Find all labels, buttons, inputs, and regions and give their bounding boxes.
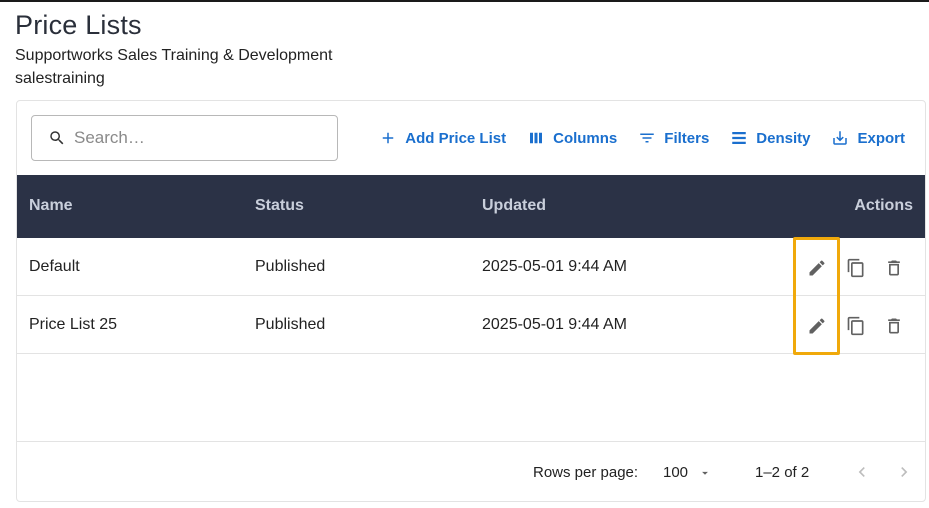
- copy-button[interactable]: [845, 257, 867, 279]
- columns-label: Columns: [553, 129, 618, 147]
- account-name: salestraining: [15, 70, 105, 87]
- row-name: Price List 25: [29, 316, 118, 333]
- export-label: Export: [857, 129, 905, 147]
- add-price-list-button[interactable]: Add Price List: [379, 129, 506, 147]
- plus-icon: [383, 132, 394, 144]
- table-row[interactable]: Price List 25 Published 2025-05-01 9:44 …: [17, 296, 925, 354]
- toolbar: Add Price List Columns Filters Density E…: [358, 129, 905, 147]
- delete-button[interactable]: [883, 315, 905, 337]
- window-top-border: [0, 0, 929, 2]
- rows-per-page-label: Rows per page:: [533, 464, 639, 481]
- pagination-range: 1–2 of 2: [755, 464, 810, 481]
- add-price-list-label: Add Price List: [405, 129, 507, 147]
- price-lists-card: Add Price List Columns Filters Density E…: [16, 100, 926, 502]
- next-page-button[interactable]: [892, 460, 916, 484]
- chevron-down-icon: [702, 471, 708, 475]
- edit-button[interactable]: [806, 315, 828, 337]
- column-header-updated[interactable]: Updated: [482, 197, 546, 215]
- export-icon: [833, 131, 848, 145]
- export-button[interactable]: Export: [831, 129, 905, 147]
- row-updated: 2025-05-01 9:44 AM: [482, 316, 627, 333]
- row-name: Default: [29, 258, 80, 275]
- copy-icon: [847, 316, 864, 336]
- density-button[interactable]: Density: [730, 129, 810, 147]
- search-icon: [50, 131, 64, 145]
- edit-icon: [809, 318, 825, 334]
- column-header-status[interactable]: Status: [255, 197, 304, 215]
- rows-per-page-select[interactable]: 100: [663, 464, 712, 481]
- copy-button[interactable]: [845, 315, 867, 337]
- search-box[interactable]: [31, 115, 338, 161]
- density-label: Density: [756, 129, 811, 147]
- search-input[interactable]: [74, 128, 324, 148]
- density-icon: [732, 132, 747, 144]
- filter-icon: [640, 133, 655, 143]
- columns-icon: [530, 132, 543, 144]
- delete-button[interactable]: [883, 257, 905, 279]
- chevron-right-icon: [901, 467, 908, 477]
- page-title: Price Lists: [15, 10, 142, 40]
- rows-per-page-value: 100: [663, 464, 689, 481]
- delete-icon: [888, 260, 900, 276]
- filters-button[interactable]: Filters: [638, 129, 709, 147]
- previous-page-button[interactable]: [850, 460, 874, 484]
- column-header-actions: Actions: [854, 197, 913, 214]
- chevron-left-icon: [858, 467, 865, 477]
- row-status: Published: [255, 316, 326, 333]
- column-header-name[interactable]: Name: [29, 197, 73, 215]
- row-updated: 2025-05-01 9:44 AM: [482, 258, 627, 275]
- copy-icon: [847, 258, 864, 278]
- delete-icon: [888, 318, 900, 334]
- filters-label: Filters: [664, 129, 710, 147]
- columns-button[interactable]: Columns: [527, 129, 617, 147]
- row-status: Published: [255, 258, 326, 275]
- table-row[interactable]: Default Published 2025-05-01 9:44 AM: [17, 238, 925, 296]
- table-pagination: Rows per page: 100 1–2 of 2: [17, 442, 925, 501]
- table-header: Name Status Updated Actions: [17, 175, 925, 238]
- edit-icon: [809, 260, 825, 276]
- edit-button[interactable]: [806, 257, 828, 279]
- company-name: Supportworks Sales Training & Developmen…: [15, 47, 333, 64]
